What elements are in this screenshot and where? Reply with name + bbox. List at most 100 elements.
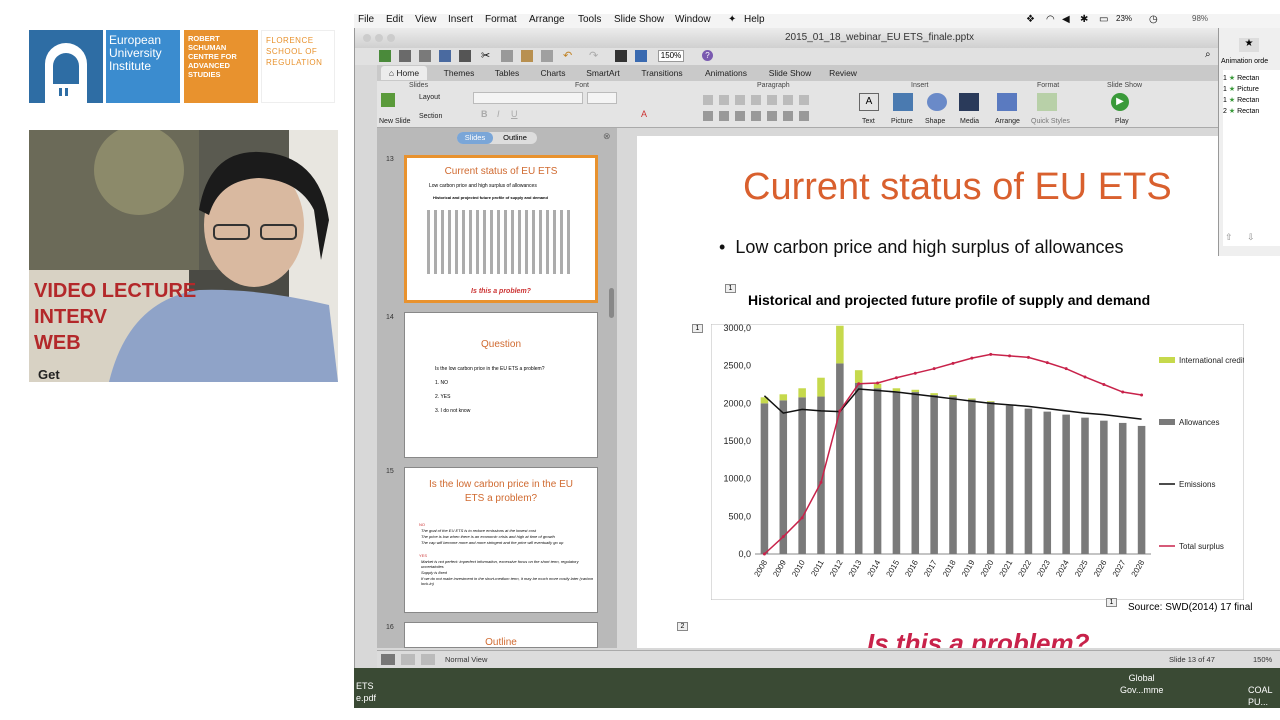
format-painter-icon[interactable]: [541, 50, 553, 62]
move-up-icon[interactable]: ⇧: [1225, 232, 1233, 243]
wifi-icon[interactable]: ◠: [1046, 14, 1055, 25]
tab-transitions[interactable]: Transitions: [631, 66, 693, 80]
media-icon[interactable]: [959, 93, 979, 111]
font-size-select[interactable]: [587, 92, 617, 104]
menu-format[interactable]: Format: [485, 14, 517, 25]
anim-item[interactable]: 1 ★ Rectan: [1223, 74, 1280, 82]
open-icon[interactable]: [419, 50, 431, 62]
slideshow-view-icon[interactable]: [421, 654, 435, 665]
anim-marker[interactable]: 1: [725, 284, 736, 293]
zoom-window-icon[interactable]: [387, 34, 395, 42]
cut-icon[interactable]: ✂: [481, 49, 490, 62]
slide-bullet[interactable]: • Low carbon price and high surplus of a…: [719, 237, 1124, 258]
shape-icon[interactable]: [927, 93, 947, 111]
search-icon[interactable]: ⌕: [1205, 49, 1211, 60]
tab-animations[interactable]: Animations: [695, 66, 757, 80]
tab-outline[interactable]: Outline: [497, 132, 533, 144]
menu-help[interactable]: Help: [744, 14, 765, 25]
text-icon[interactable]: A: [859, 93, 879, 111]
anim-marker[interactable]: 1: [1106, 598, 1117, 607]
menu-tools[interactable]: Tools: [578, 14, 601, 25]
play-button[interactable]: Play: [1115, 118, 1129, 125]
zoom-select[interactable]: 150%: [658, 50, 684, 62]
tab-home[interactable]: ⌂ Home: [381, 66, 427, 80]
menu-edit[interactable]: Edit: [386, 14, 403, 25]
bluetooth-icon[interactable]: ✱: [1080, 14, 1088, 25]
close-pane-icon[interactable]: ⊗: [603, 131, 611, 142]
tab-slideshow[interactable]: Slide Show: [761, 66, 819, 80]
slide-title[interactable]: Current status of EU ETS: [743, 166, 1172, 209]
italic-icon[interactable]: I: [497, 109, 500, 119]
paragraph-list-icons[interactable]: [703, 95, 813, 105]
tab-smartart[interactable]: SmartArt: [577, 66, 629, 80]
new-slide-icon[interactable]: [381, 93, 395, 107]
tab-themes[interactable]: Themes: [435, 66, 483, 80]
desktop-file-middle[interactable]: Global Gov...mme: [1120, 672, 1163, 696]
help-icon[interactable]: ?: [702, 50, 713, 61]
chart-source[interactable]: Source: SWD(2014) 17 final: [1128, 602, 1253, 613]
minimize-window-icon[interactable]: [375, 34, 383, 42]
sorter-view-icon[interactable]: [401, 654, 415, 665]
menu-slideshow[interactable]: Slide Show: [614, 14, 664, 25]
text-button[interactable]: Text: [862, 118, 875, 125]
volume-icon[interactable]: ◀: [1062, 14, 1070, 25]
underline-icon[interactable]: U: [511, 109, 518, 119]
battery-icon[interactable]: ▭: [1099, 14, 1108, 25]
section-button[interactable]: Section: [419, 113, 442, 120]
arrange-icon[interactable]: [997, 93, 1017, 111]
print-icon[interactable]: [459, 50, 471, 62]
undo-icon[interactable]: ↶: [563, 49, 572, 62]
redo-icon[interactable]: ↷: [589, 49, 598, 62]
desktop-file-left[interactable]: ETS e.pdf: [356, 680, 376, 704]
font-color-icon[interactable]: A: [641, 109, 647, 119]
move-down-icon[interactable]: ⇩: [1247, 232, 1255, 243]
new-doc-icon[interactable]: [379, 50, 391, 62]
slide-thumb-14[interactable]: Question Is the low carbon price in the …: [404, 312, 598, 458]
menu-arrange[interactable]: Arrange: [529, 14, 565, 25]
status-zoom[interactable]: 150%: [1253, 655, 1272, 664]
anim-marker[interactable]: 2: [677, 622, 688, 631]
paragraph-align-icons[interactable]: [703, 111, 813, 121]
picture-button[interactable]: Picture: [891, 118, 913, 125]
menu-window[interactable]: Window: [675, 14, 711, 25]
new-slide-button[interactable]: New Slide: [379, 118, 411, 125]
paste-icon[interactable]: [521, 50, 533, 62]
slide-thumb-15[interactable]: Is the low carbon price in the EU ETS a …: [404, 467, 598, 613]
slide-thumb-16[interactable]: Outline: [404, 622, 598, 648]
menu-file[interactable]: File: [358, 14, 374, 25]
anim-marker[interactable]: 1: [692, 324, 703, 333]
tab-review[interactable]: Review: [821, 66, 865, 80]
slides-scrollbar[interactable]: [609, 288, 614, 318]
layout-button[interactable]: Layout: [419, 94, 440, 101]
anim-item[interactable]: 2 ★ Rectan: [1223, 107, 1280, 115]
shape-button[interactable]: Shape: [925, 118, 945, 125]
media-button[interactable]: Media: [960, 118, 979, 125]
copy-icon[interactable]: [501, 50, 513, 62]
normal-view-icon[interactable]: [381, 654, 395, 665]
quick-styles-icon[interactable]: [1037, 93, 1057, 111]
close-window-icon[interactable]: [363, 34, 371, 42]
menu-view[interactable]: View: [415, 14, 437, 25]
menu-insert[interactable]: Insert: [448, 14, 473, 25]
slide-thumb-13[interactable]: Current status of EU ETS Low carbon pric…: [404, 155, 598, 303]
animation-star-icon[interactable]: ★: [1239, 38, 1259, 52]
supply-demand-chart[interactable]: 0,0500,01000,01500,02000,02500,03000,020…: [711, 324, 1244, 600]
play-icon[interactable]: ▶: [1111, 93, 1129, 111]
timemachine-icon[interactable]: ◷: [1149, 14, 1158, 25]
tab-slides[interactable]: Slides: [457, 132, 493, 144]
script-icon[interactable]: ✦: [728, 14, 736, 25]
anim-item[interactable]: 1 ★ Picture: [1223, 85, 1280, 93]
slide-question[interactable]: Is this a problem?: [867, 628, 1090, 648]
desktop-file-right[interactable]: COAL PU...: [1248, 684, 1273, 708]
arrange-button[interactable]: Arrange: [995, 118, 1020, 125]
save-icon[interactable]: [439, 50, 451, 62]
tab-charts[interactable]: Charts: [531, 66, 575, 80]
dropbox-icon[interactable]: ❖: [1026, 14, 1035, 25]
templates-icon[interactable]: [399, 50, 411, 62]
picture-icon[interactable]: [893, 93, 913, 111]
chart-subtitle[interactable]: Historical and projected future profile …: [748, 292, 1150, 308]
gallery-icon[interactable]: [635, 50, 647, 62]
font-name-select[interactable]: [473, 92, 583, 104]
tab-tables[interactable]: Tables: [485, 66, 529, 80]
anim-item[interactable]: 1 ★ Rectan: [1223, 96, 1280, 104]
